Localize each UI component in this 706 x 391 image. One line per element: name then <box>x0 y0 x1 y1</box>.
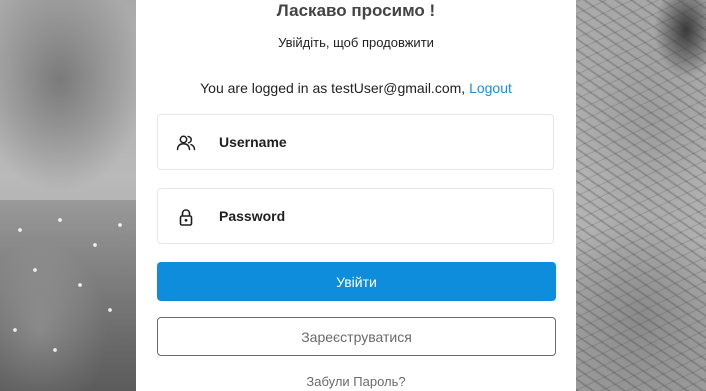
background-flowers <box>0 200 140 391</box>
login-panel: Ласкаво просимо ! Увійдіть, щоб продовжи… <box>136 0 576 391</box>
forgot-password-link[interactable]: Забули Пароль? <box>136 374 576 389</box>
password-label: Password <box>219 208 286 224</box>
users-icon <box>176 133 196 153</box>
page-title: Ласкаво просимо ! <box>276 1 436 20</box>
password-field[interactable]: Password <box>157 188 554 244</box>
background-texture <box>576 0 706 391</box>
login-button[interactable]: Увійти <box>157 262 556 301</box>
username-label: Username <box>219 134 287 150</box>
register-button[interactable]: Зареєструватися <box>157 317 556 356</box>
username-field[interactable]: Username <box>157 114 554 170</box>
session-status-text: You are logged in as testUser@gmail.com, <box>200 80 470 96</box>
logout-link[interactable]: Logout <box>469 80 512 96</box>
lock-icon <box>176 207 196 227</box>
session-status: You are logged in as testUser@gmail.com,… <box>136 80 576 96</box>
page-subtitle: Увійдіть, щоб продовжити <box>278 35 434 50</box>
